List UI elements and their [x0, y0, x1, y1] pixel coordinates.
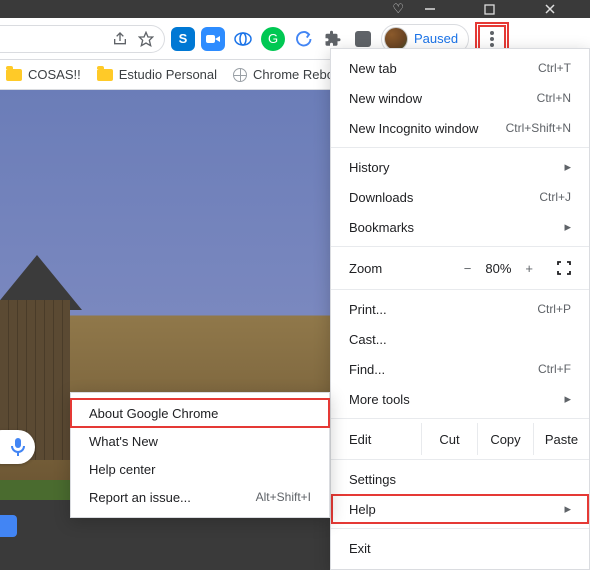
menu-item-find[interactable]: Find... Ctrl+F — [331, 354, 589, 384]
folder-icon — [6, 69, 22, 81]
extension-icon[interactable] — [291, 27, 315, 51]
microphone-icon — [11, 438, 25, 456]
menu-separator — [331, 418, 589, 419]
submenu-item-about[interactable]: About Google Chrome — [71, 399, 329, 427]
chevron-right-icon: ▸ — [564, 501, 571, 517]
bookmark-label: Estudio Personal — [119, 67, 217, 82]
zoom-value: 80% — [485, 261, 511, 276]
extension-icon[interactable]: G — [261, 27, 285, 51]
submenu-item-help-center[interactable]: Help center — [71, 455, 329, 483]
menu-item-downloads[interactable]: Downloads Ctrl+J — [331, 182, 589, 212]
edit-paste-button[interactable]: Paste — [533, 423, 589, 455]
chevron-right-icon: ▸ — [564, 391, 571, 407]
close-button[interactable] — [544, 3, 584, 15]
app-shortcut[interactable] — [0, 515, 17, 537]
extensions-button[interactable] — [321, 27, 345, 51]
globe-icon — [233, 68, 247, 82]
folder-icon — [97, 69, 113, 81]
profile-status: Paused — [414, 31, 458, 46]
menu-item-print[interactable]: Print... Ctrl+P — [331, 294, 589, 324]
menu-separator — [331, 528, 589, 529]
share-icon[interactable] — [112, 31, 128, 47]
bookmark-folder[interactable]: COSAS!! — [6, 67, 81, 82]
voice-search-button[interactable] — [0, 430, 35, 464]
bookmark-folder[interactable]: Estudio Personal — [97, 67, 217, 82]
star-icon[interactable] — [138, 31, 154, 47]
chevron-right-icon: ▸ — [564, 219, 571, 235]
menu-item-new-tab[interactable]: New tab Ctrl+T — [331, 53, 589, 83]
menu-separator — [331, 459, 589, 460]
bookmark-link[interactable]: Chrome Reboot — [233, 67, 345, 82]
menu-item-exit[interactable]: Exit — [331, 533, 589, 563]
submenu-item-whats-new[interactable]: What's New — [71, 427, 329, 455]
menu-item-cast[interactable]: Cast... — [331, 324, 589, 354]
menu-separator — [331, 246, 589, 247]
menu-item-zoom: Zoom − 80% + — [331, 251, 589, 285]
zoom-out-button[interactable]: − — [464, 261, 472, 276]
menu-item-more-tools[interactable]: More tools ▸ — [331, 384, 589, 414]
edit-cut-button[interactable]: Cut — [421, 423, 477, 455]
menu-item-help[interactable]: Help ▸ — [331, 494, 589, 524]
extension-icon[interactable] — [201, 27, 225, 51]
menu-separator — [331, 147, 589, 148]
menu-item-new-incognito[interactable]: New Incognito window Ctrl+Shift+N — [331, 113, 589, 143]
menu-item-edit: Edit Cut Copy Paste — [331, 423, 589, 455]
chevron-right-icon: ▸ — [564, 159, 571, 175]
menu-item-new-window[interactable]: New window Ctrl+N — [331, 83, 589, 113]
bookmark-label: COSAS!! — [28, 67, 81, 82]
minimize-button[interactable] — [424, 3, 464, 15]
menu-item-bookmarks[interactable]: Bookmarks ▸ — [331, 212, 589, 242]
edit-copy-button[interactable]: Copy — [477, 423, 533, 455]
extension-icon[interactable]: S — [171, 27, 195, 51]
menu-item-settings[interactable]: Settings — [331, 464, 589, 494]
avatar-icon — [384, 27, 408, 51]
address-bar[interactable] — [0, 25, 165, 53]
fullscreen-button[interactable] — [557, 261, 571, 275]
chrome-menu: New tab Ctrl+T New window Ctrl+N New Inc… — [330, 48, 590, 570]
zoom-in-button[interactable]: + — [525, 261, 533, 276]
extension-icon[interactable] — [351, 27, 375, 51]
window-titlebar — [0, 0, 590, 18]
submenu-item-report-issue[interactable]: Report an issue... Alt+Shift+I — [71, 483, 329, 511]
extension-icon[interactable] — [231, 27, 255, 51]
maximize-button[interactable] — [484, 4, 524, 15]
menu-item-history[interactable]: History ▸ — [331, 152, 589, 182]
heart-icon — [392, 1, 404, 17]
menu-separator — [331, 289, 589, 290]
help-submenu: About Google Chrome What's New Help cent… — [70, 392, 330, 518]
